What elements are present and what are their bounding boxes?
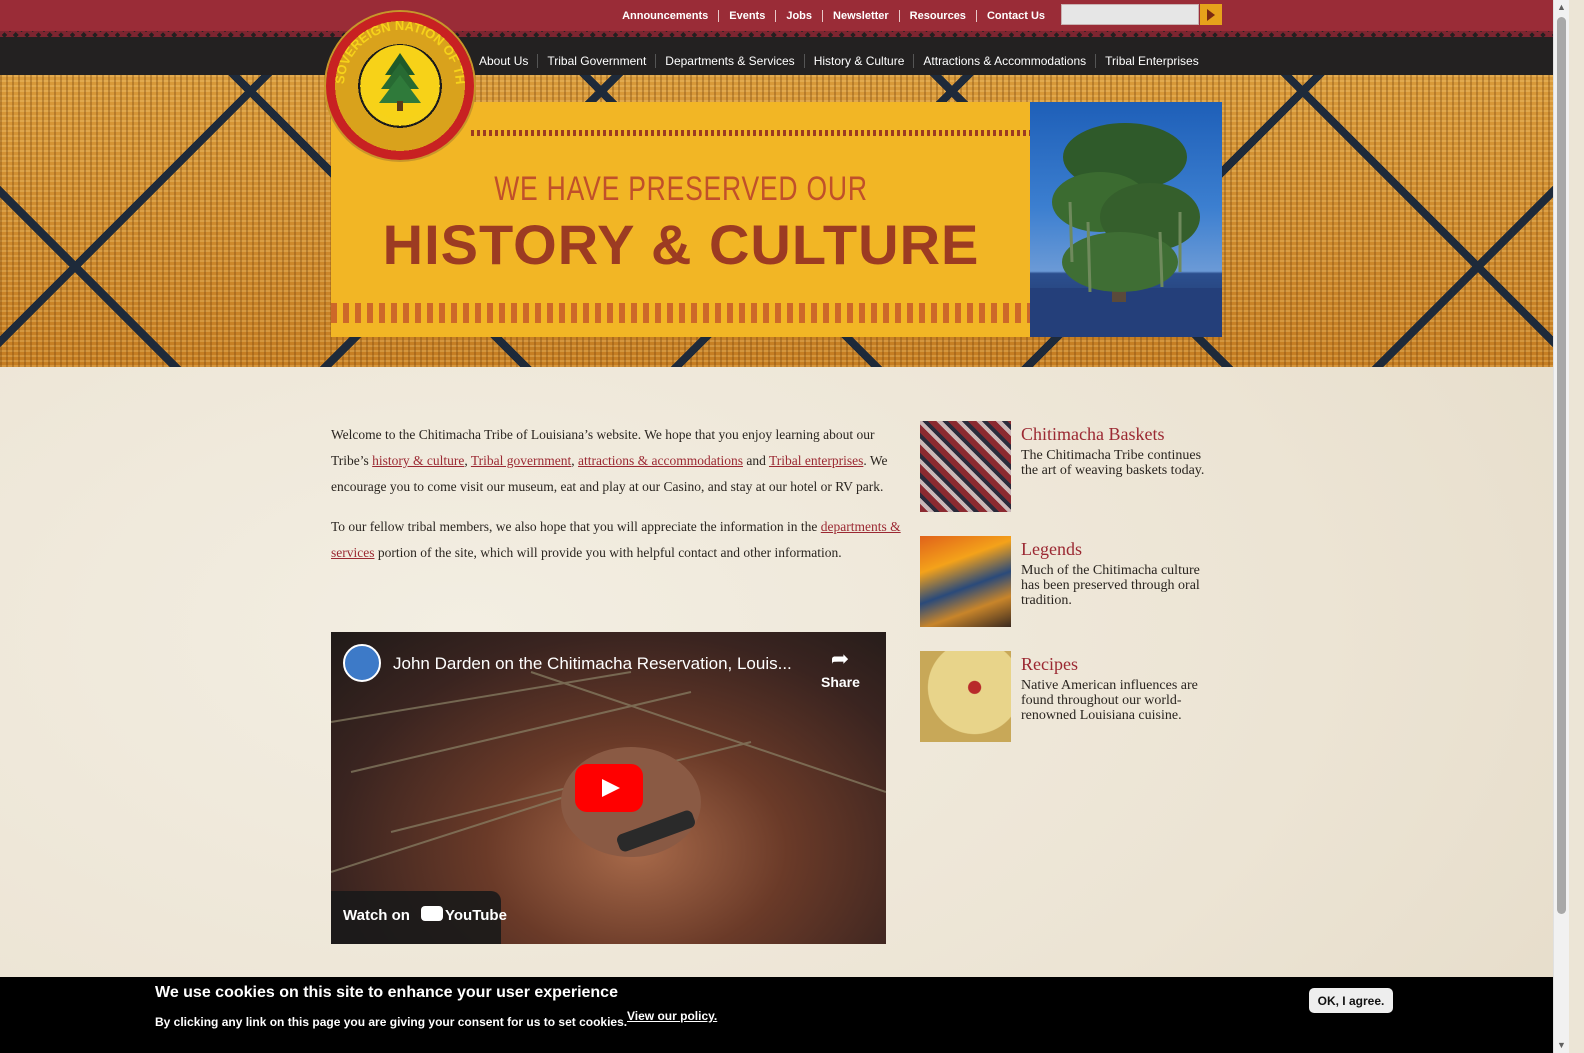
nav-departments-services[interactable]: Departments & Services — [655, 54, 803, 68]
top-link-contact-us[interactable]: Contact Us — [975, 10, 1055, 22]
search-arrow-icon[interactable] — [1200, 4, 1222, 25]
nav-tribal-government[interactable]: Tribal Government — [537, 54, 655, 68]
top-link-resources[interactable]: Resources — [898, 10, 976, 22]
pine-tree-icon — [379, 53, 421, 111]
link-tribal-government[interactable]: Tribal government — [471, 453, 571, 468]
cookie-text: By clicking any link on this page you ar… — [155, 1015, 628, 1029]
tribal-seal-logo[interactable]: SOVEREIGN NATION OF THE CHITIMACHA — [326, 12, 474, 160]
link-history-culture[interactable]: history & culture — [372, 453, 464, 468]
top-link-events[interactable]: Events — [718, 10, 775, 22]
watch-on-label: Watch on — [343, 907, 410, 924]
intro-text: Welcome to the Chitimacha Tribe of Louis… — [331, 422, 911, 580]
scroll-up-arrow-icon[interactable]: ▲ — [1554, 0, 1569, 15]
nav-history-culture[interactable]: History & Culture — [803, 54, 914, 68]
link-tribal-enterprises[interactable]: Tribal enterprises — [769, 453, 863, 468]
basket-thumbnail[interactable] — [920, 421, 1011, 512]
nav-about-us[interactable]: About Us — [470, 54, 537, 68]
play-button[interactable] — [575, 764, 643, 812]
banner-subtitle: WE HAVE PRESERVED OUR — [494, 170, 868, 208]
youtube-logo-icon — [421, 906, 443, 921]
sidebar-item-recipes[interactable]: Recipes Native American influences are f… — [920, 651, 1220, 743]
intro-text-segment: , — [571, 453, 579, 468]
scroll-down-arrow-icon[interactable]: ▼ — [1554, 1038, 1569, 1053]
page-scrollbar[interactable]: ▲ ▼ — [1553, 0, 1569, 1053]
share-label[interactable]: Share — [821, 674, 860, 690]
intro-paragraph-2: To our fellow tribal members, we also ho… — [331, 514, 911, 566]
intro-text-segment: portion of the site, which will provide … — [374, 545, 842, 560]
banner-title: HISTORY & CULTURE — [382, 213, 980, 276]
cookie-policy-link[interactable]: View our policy. — [627, 1009, 717, 1023]
sidebar-text-baskets: The Chitimacha Tribe continues the art o… — [1021, 448, 1205, 478]
intro-text-segment: To our fellow tribal members, we also ho… — [331, 519, 821, 534]
watch-on-youtube-button[interactable]: Watch on YouTube — [331, 891, 507, 944]
page: Announcements Events Jobs Newsletter Res… — [0, 0, 1553, 1053]
intro-text-segment: and — [742, 453, 769, 468]
nav-attractions-accommodations[interactable]: Attractions & Accommodations — [913, 54, 1095, 68]
sidebar-text-legends: Much of the Chitimacha culture has been … — [1021, 563, 1200, 608]
cypress-tree-photo — [1030, 102, 1222, 337]
top-utility-bar: Announcements Events Jobs Newsletter Res… — [0, 0, 1553, 33]
sidebar-title-recipes[interactable]: Recipes — [1021, 654, 1078, 675]
scrollbar-thumb[interactable] — [1557, 17, 1566, 914]
share-icon[interactable]: ➦ — [828, 646, 852, 671]
sidebar-item-legends[interactable]: Legends Much of the Chitimacha culture h… — [920, 536, 1220, 628]
search-input[interactable] — [1061, 4, 1199, 25]
channel-avatar[interactable] — [343, 644, 381, 682]
top-link-jobs[interactable]: Jobs — [775, 10, 822, 22]
banner-stripe — [471, 130, 1031, 136]
sidebar-title-baskets[interactable]: Chitimacha Baskets — [1021, 424, 1164, 445]
intro-paragraph-1: Welcome to the Chitimacha Tribe of Louis… — [331, 422, 911, 500]
top-link-announcements[interactable]: Announcements — [612, 10, 718, 22]
cookie-title: We use cookies on this site to enhance y… — [155, 984, 618, 1001]
sidebar-title-legends[interactable]: Legends — [1021, 539, 1082, 560]
banner-pattern — [331, 303, 1031, 323]
youtube-video-embed[interactable]: John Darden on the Chitimacha Reservatio… — [331, 632, 886, 944]
video-title[interactable]: John Darden on the Chitimacha Reservatio… — [393, 654, 792, 674]
sidebar-text-recipes: Native American influences are found thr… — [1021, 678, 1198, 723]
cookie-agree-button[interactable]: OK, I agree. — [1309, 988, 1393, 1013]
sidebar-item-baskets[interactable]: Chitimacha Baskets The Chitimacha Tribe … — [920, 421, 1220, 513]
cookie-consent-bar: We use cookies on this site to enhance y… — [0, 977, 1553, 1053]
link-attractions-accommodations[interactable]: attractions & accommodations — [578, 453, 743, 468]
nav-tribal-enterprises[interactable]: Tribal Enterprises — [1095, 54, 1208, 68]
recipes-thumbnail[interactable] — [920, 651, 1011, 742]
top-links: Announcements Events Jobs Newsletter Res… — [612, 10, 1055, 22]
cypress-tree-icon — [1030, 123, 1222, 337]
seal-center — [363, 45, 437, 119]
top-link-newsletter[interactable]: Newsletter — [822, 10, 899, 22]
youtube-label: YouTube — [445, 907, 507, 924]
legends-thumbnail[interactable] — [920, 536, 1011, 627]
main-nav: About Us Tribal Government Departments &… — [0, 37, 1553, 75]
